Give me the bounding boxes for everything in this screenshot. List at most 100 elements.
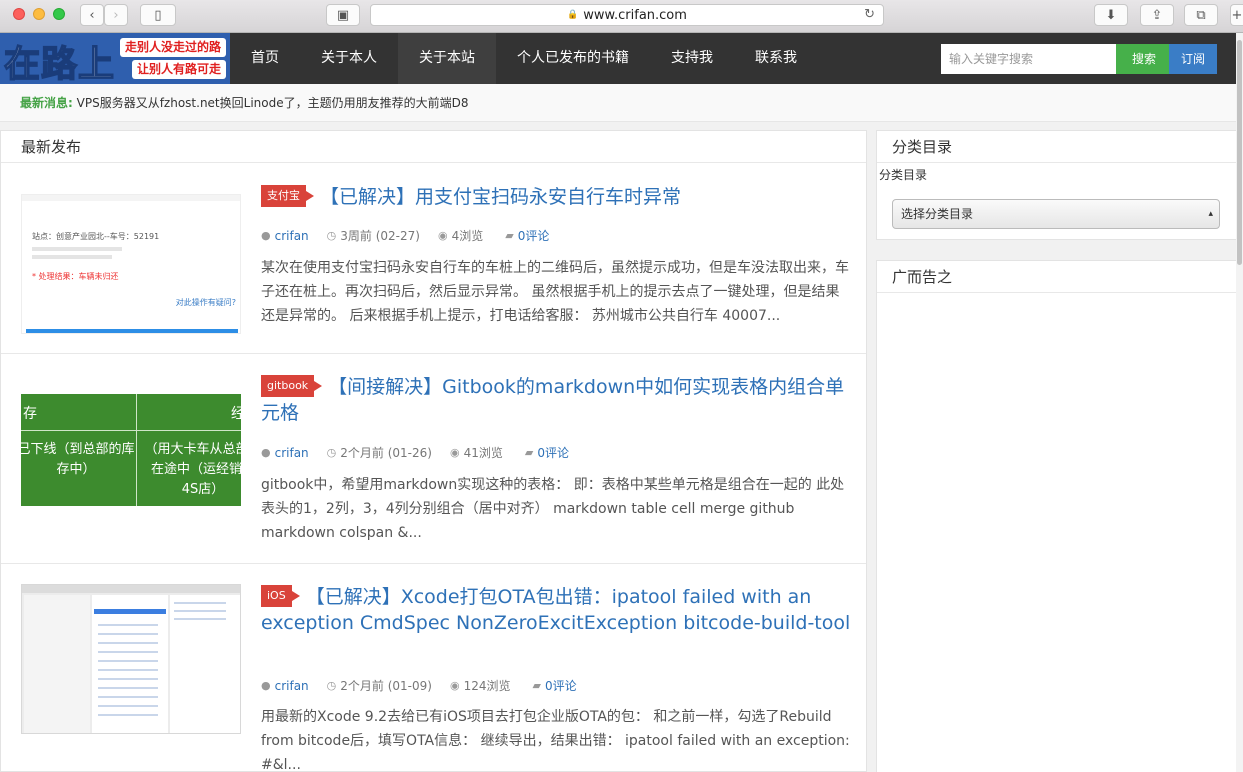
post-meta: ● crifan ◷ 3周前 (02-27) ◉ 4浏览 ▰ 0评论 [261,227,549,244]
browser-toolbar: ‹ › ▯ ▣ 🔒 www.crifan.com ↻ ⬇ ⇪ ⧉ + [0,0,1243,33]
updown-arrow-icon: ▴ [1208,209,1213,219]
post-title[interactable]: 【间接解决】Gitbook的markdown中如何实现表格内组合单元格 [261,376,844,424]
thumb-text: 经 [231,403,241,423]
minimize-window-button[interactable] [33,8,45,20]
category-label: 分类目录 [879,168,928,182]
post-title[interactable]: 【已解决】用支付宝扫码永安自行车时异常 [320,186,681,208]
subscribe-button[interactable]: 订阅 [1169,44,1217,74]
user-icon: ● [261,446,271,459]
post-excerpt: gitbook中，希望用markdown实现这种的表格： 即：表格中某些单元格是… [261,477,845,541]
category-widget: 分类目录 分类目录 选择分类目录 ▴ [876,130,1238,240]
post-author[interactable]: crifan [275,679,309,693]
search-input[interactable]: 输入关键字搜索 [941,44,1116,74]
thumb-text: （用大卡车从总部）在途中（运经销商4S店） [144,442,241,497]
category-select[interactable]: 选择分类目录 ▴ [892,199,1220,229]
back-button[interactable]: ‹ [80,4,104,26]
zoom-window-button[interactable] [53,8,65,20]
category-title: 分类目录 [877,131,1237,163]
nav-home[interactable]: 首页 [230,33,300,84]
scrollbar-thumb[interactable] [1237,40,1242,265]
nav-about-me[interactable]: 关于本人 [300,33,398,84]
post-comments[interactable]: 0评论 [537,444,569,461]
forward-button[interactable]: › [104,4,128,26]
download-icon: ⬇ [1105,7,1117,23]
ad-widget: 广而告之 [876,260,1238,772]
post-time: 3周前 (02-27) [340,229,420,243]
post-meta: ● crifan ◷ 2个月前 (01-09) ◉ 124浏览 ▰ 0评论 [261,677,577,694]
post-views: 124浏览 [463,679,511,693]
logo-title: 在路上 [3,43,116,86]
thumb-text: 存 [23,406,37,422]
reader-button[interactable]: ▣ [326,4,360,26]
close-window-button[interactable] [13,8,25,20]
eye-icon: ◉ [437,229,448,242]
downloads-button[interactable]: ⬇ [1094,4,1128,26]
section-title: 最新发布 [1,131,866,163]
post-excerpt: 某次在使用支付宝扫码永安自行车的车桩上的二维码后，虽然提示成功，但是车没法取出来… [261,260,849,324]
ad-title: 广而告之 [877,261,1237,293]
plus-icon: + [1231,7,1243,23]
reload-icon[interactable]: ↻ [864,7,875,22]
tabs-icon: ⧉ [1196,7,1206,23]
post-views: 4浏览 [451,229,484,243]
sidebar-toggle-button[interactable]: ▯ [140,4,176,26]
latest-posts-panel: 最新发布 站点：创意产业园北--车号：52191 * 处理结果：车辆未归还 对此… [0,130,867,772]
post-tag[interactable]: 支付宝 [261,185,314,207]
main-nav: 首页 关于本人 关于本站 个人已发布的书籍 支持我 联系我 [230,33,818,84]
comment-icon: ▰ [505,229,514,242]
post-thumbnail[interactable]: 存 经 已下线（到总部的库存中） （用大卡车从总部）在途中（运经销商4S店） [21,394,241,506]
thumb-text: 已下线（到总部的库存中） [21,442,135,477]
site-logo[interactable]: 在路上 走别人没走过的路 让别人有路可走 [0,33,230,86]
post-time: 2个月前 (01-26) [340,446,432,460]
post-title[interactable]: 【已解决】Xcode打包OTA包出错：ipatool failed with a… [261,586,850,634]
logo-slogan-2: 让别人有路可走 [131,60,226,79]
post-thumbnail[interactable]: 站点：创意产业园北--车号：52191 * 处理结果：车辆未归还 对此操作有疑问… [21,194,241,334]
post-tag[interactable]: gitbook [261,375,323,397]
sidebar-icon: ▯ [154,7,162,23]
nav-about-site[interactable]: 关于本站 [398,33,496,84]
post-meta: ● crifan ◷ 2个月前 (01-26) ◉ 41浏览 ▰ 0评论 [261,444,569,461]
logo-slogan-1: 走别人没走过的路 [119,38,226,57]
clock-icon: ◷ [326,679,337,692]
post-tag[interactable]: iOS [261,585,300,607]
chevron-right-icon: › [113,7,119,23]
post-comments[interactable]: 0评论 [518,227,550,244]
post-item: iOS 【已解决】Xcode打包OTA包出错：ipatool failed wit… [1,564,866,772]
share-button[interactable]: ⇪ [1140,4,1174,26]
post-item: 站点：创意产业园北--车号：52191 * 处理结果：车辆未归还 对此操作有疑问… [1,164,866,354]
post-thumbnail[interactable] [21,584,241,734]
reader-icon: ▣ [336,7,350,23]
lock-icon: 🔒 [567,10,579,20]
clock-icon: ◷ [326,446,337,459]
search-button[interactable]: 搜索 [1116,44,1172,74]
tabs-button[interactable]: ⧉ [1184,4,1218,26]
nav-books[interactable]: 个人已发布的书籍 [496,33,650,84]
post-author[interactable]: crifan [275,229,309,243]
post-author[interactable]: crifan [275,446,309,460]
post-views: 41浏览 [463,446,503,460]
post-title-wrap: iOS 【已解决】Xcode打包OTA包出错：ipatool failed wit… [261,584,851,636]
user-icon: ● [261,679,271,692]
clock-icon: ◷ [326,229,337,242]
category-select-value: 选择分类目录 [901,207,974,221]
thumb-text: 对此操作有疑问? [175,298,236,307]
thumb-text: 站点：创意产业园北--车号：52191 [32,232,160,241]
eye-icon: ◉ [449,679,460,692]
news-text[interactable]: VPS服务器又从fzhost.net换回Linode了，主题仍用朋友推荐的大前端… [77,96,469,110]
user-icon: ● [261,229,271,242]
post-title-wrap: gitbook 【间接解决】Gitbook的markdown中如何实现表格内组合单… [261,374,851,426]
nav-contact[interactable]: 联系我 [734,33,818,84]
nav-support[interactable]: 支持我 [650,33,734,84]
post-excerpt: 用最新的Xcode 9.2去给已有iOS项目去打包企业版OTA的包： 和之前一样… [261,709,850,772]
comment-icon: ▰ [524,446,534,459]
share-icon: ⇪ [1151,7,1163,23]
new-tab-button[interactable]: + [1230,4,1243,26]
post-comments[interactable]: 0评论 [545,677,577,694]
post-item: 存 经 已下线（到总部的库存中） （用大卡车从总部）在途中（运经销商4S店） g… [1,354,866,564]
chevron-left-icon: ‹ [89,7,95,23]
url-text: www.crifan.com [583,7,687,23]
address-bar[interactable]: 🔒 www.crifan.com ↻ [370,4,884,26]
news-label: 最新消息: [20,96,73,110]
comment-icon: ▰ [532,679,541,692]
thumb-text: * 处理结果：车辆未归还 [32,272,119,281]
